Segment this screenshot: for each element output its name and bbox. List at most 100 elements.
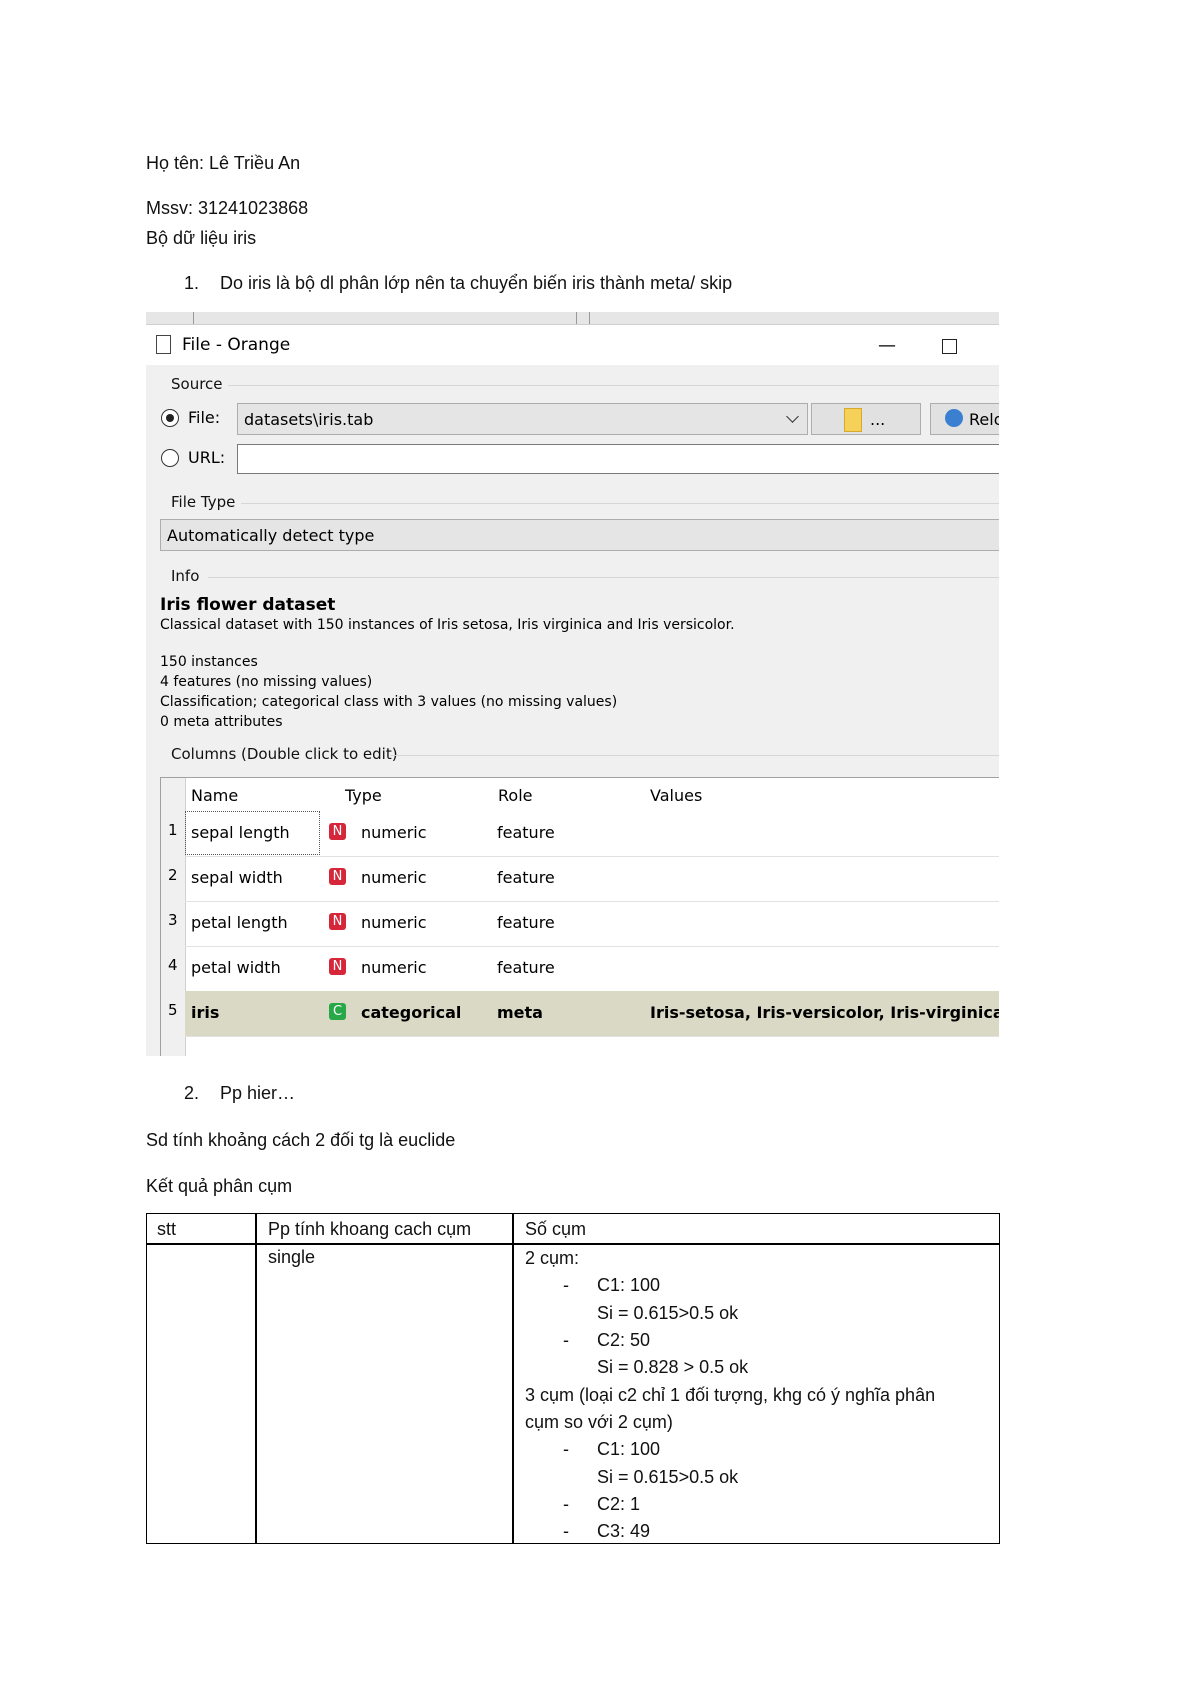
bullet-dash: -: [563, 1275, 569, 1295]
file-radio[interactable]: [161, 409, 179, 427]
cell-name[interactable]: sepal width: [191, 868, 283, 887]
student-name-line: Họ tên: Lê Triều An: [146, 153, 301, 173]
result-line: C1: 100: [597, 1439, 661, 1459]
cell-type[interactable]: numeric: [361, 913, 427, 932]
reload-button-label: Relo: [969, 410, 999, 429]
result-line: C2: 50: [597, 1330, 651, 1350]
result-line: 2 cụm:: [525, 1248, 580, 1268]
dataset-line: Bộ dữ liệu iris: [146, 228, 257, 248]
cell-role[interactable]: feature: [497, 913, 555, 932]
header-stt: stt: [157, 1219, 177, 1239]
filetype-group-line: [241, 503, 999, 504]
header-method: Pp tính khoang cach cụm: [268, 1219, 472, 1239]
info-group-line: [208, 577, 999, 578]
table-row-selected[interactable]: iris C categorical meta Iris-setosa, Iri…: [185, 991, 999, 1037]
browse-button-label: ...: [870, 410, 886, 429]
table-divider: [255, 1214, 257, 1543]
table-row[interactable]: sepal width N numeric feature: [185, 856, 999, 902]
info-title: Iris flower dataset: [160, 595, 336, 615]
cell-role[interactable]: feature: [497, 958, 555, 977]
result-line: C2: 1: [597, 1494, 641, 1514]
categorical-badge-icon: C: [329, 1003, 346, 1020]
numeric-badge-icon: N: [329, 958, 346, 975]
bullet-dash: -: [563, 1494, 569, 1514]
step-1-text: Do iris là bộ dl phân lớp nên ta chuyển …: [220, 273, 733, 293]
url-radio[interactable]: [161, 449, 179, 467]
table-divider: [512, 1214, 514, 1543]
cell-name[interactable]: iris: [191, 1003, 219, 1022]
minimize-button[interactable]: —: [872, 335, 902, 356]
bullet-dash: -: [563, 1521, 569, 1541]
step-2-number: 2.: [184, 1083, 200, 1103]
columns-table: Name Type Role Values 1 sepal length N n…: [160, 777, 999, 1056]
step-2-text: Pp hier…: [220, 1083, 296, 1103]
file-label: File:: [188, 408, 221, 427]
cell-name[interactable]: petal length: [191, 913, 288, 932]
result-heading: Kết quả phân cụm: [146, 1176, 293, 1196]
cell-type[interactable]: numeric: [361, 868, 427, 887]
numeric-badge-icon: N: [329, 823, 346, 840]
header-clusters: Số cụm: [525, 1219, 587, 1239]
browse-button[interactable]: ...: [811, 403, 921, 435]
table-row[interactable]: petal length N numeric feature: [185, 901, 999, 947]
cell-type[interactable]: categorical: [361, 1003, 461, 1022]
window-top-strip: [146, 312, 999, 324]
result-line: C1: 100: [597, 1275, 661, 1295]
source-group-label: Source: [171, 375, 223, 393]
result-table: stt Pp tính khoang cach cụm Số cụm singl…: [146, 1213, 1000, 1544]
info-line-1: 150 instances: [160, 654, 258, 670]
numeric-badge-icon: N: [329, 868, 346, 885]
table-row[interactable]: petal width N numeric feature: [185, 946, 999, 992]
bullet-dash: -: [563, 1330, 569, 1350]
cell-type[interactable]: numeric: [361, 823, 427, 842]
source-group-line: [228, 385, 999, 386]
header-role[interactable]: Role: [498, 786, 532, 805]
window-title: File - Orange: [182, 335, 291, 355]
filetype-combo[interactable]: Automatically detect type: [160, 519, 999, 551]
result-line: 3 cụm (loại c2 chỉ 1 đối tượng, khg có ý…: [525, 1385, 936, 1405]
student-id-line: Mssv: 31241023868: [146, 198, 309, 218]
numeric-badge-icon: N: [329, 913, 346, 930]
row-number-2: 2: [168, 866, 178, 884]
chevron-down-icon: [786, 410, 799, 423]
orange-file-window: File - Orange — Source File: datasets\ir…: [146, 312, 999, 1056]
cell-role[interactable]: feature: [497, 823, 555, 842]
result-line: cụm so với 2 cụm): [525, 1412, 673, 1432]
result-line: Si = 0.828 > 0.5 ok: [597, 1357, 749, 1377]
url-input[interactable]: [237, 444, 999, 474]
info-line-2: 4 features (no missing values): [160, 674, 373, 690]
file-combo[interactable]: datasets\iris.tab: [237, 403, 808, 435]
table-header-divider: [147, 1243, 999, 1245]
columns-group-label: Columns (Double click to edit): [171, 745, 398, 763]
file-combo-value: datasets\iris.tab: [244, 410, 374, 429]
header-name[interactable]: Name: [191, 786, 238, 805]
cell-name[interactable]: petal width: [191, 958, 281, 977]
row-number-1: 1: [168, 821, 178, 839]
cell-role[interactable]: meta: [497, 1003, 543, 1022]
row-number-3: 3: [168, 911, 178, 929]
header-values[interactable]: Values: [650, 786, 702, 805]
document-icon: [156, 335, 171, 354]
result-line: C3: 49: [597, 1521, 651, 1541]
info-description: Classical dataset with 150 instances of …: [160, 617, 735, 633]
row-number-5: 5: [168, 1001, 178, 1019]
distance-line: Sd tính khoảng cách 2 đối tg là euclide: [146, 1130, 456, 1150]
info-group-label: Info: [171, 567, 200, 585]
title-bar: File - Orange —: [146, 324, 999, 365]
header-type[interactable]: Type: [345, 786, 382, 805]
step-1: 1. Do iris là bộ dl phân lớp nên ta chuyể…: [184, 272, 732, 294]
maximize-button[interactable]: [942, 339, 957, 354]
result-line: Si = 0.615>0.5 ok: [597, 1303, 739, 1323]
bullet-dash: -: [563, 1439, 569, 1459]
info-line-4: 0 meta attributes: [160, 714, 283, 730]
cell-type[interactable]: numeric: [361, 958, 427, 977]
filetype-group-label: File Type: [171, 493, 236, 511]
step-2: 2. Pp hier…: [184, 1082, 295, 1104]
reload-button[interactable]: Relo: [930, 403, 999, 435]
row-number-4: 4: [168, 956, 178, 974]
method-single: single: [268, 1247, 316, 1267]
result-line: Si = 0.615>0.5 ok: [597, 1467, 739, 1487]
cell-role[interactable]: feature: [497, 868, 555, 887]
cell-values[interactable]: Iris-setosa, Iris-versicolor, Iris-virgi…: [650, 1003, 999, 1022]
info-line-3: Classification; categorical class with 3…: [160, 694, 618, 710]
